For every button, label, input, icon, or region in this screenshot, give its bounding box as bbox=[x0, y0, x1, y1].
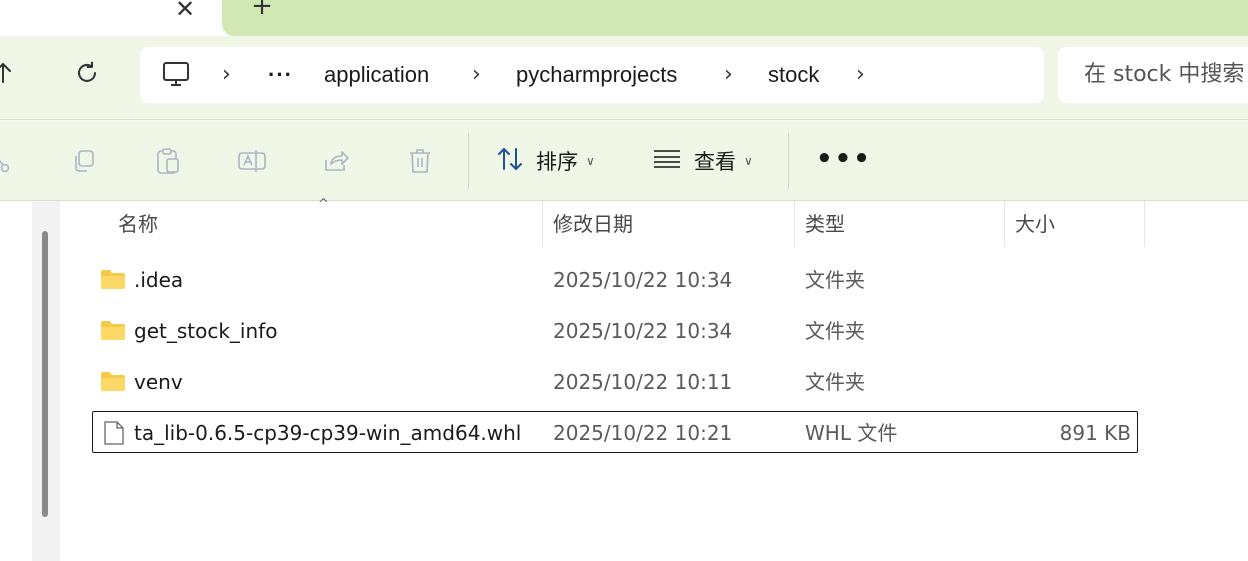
file-name: venv bbox=[134, 370, 183, 394]
new-tab-icon[interactable]: + bbox=[250, 0, 274, 19]
file-row[interactable]: venv 2025/10/22 10:11 文件夹 bbox=[92, 361, 1138, 403]
file-name: .idea bbox=[134, 268, 184, 292]
file-type: 文件夹 bbox=[805, 268, 865, 292]
view-button[interactable]: 查看 ∨ bbox=[652, 143, 753, 179]
file-modified: 2025/10/22 10:11 bbox=[553, 370, 733, 394]
tab-current[interactable]: ✕ bbox=[0, 0, 222, 38]
sort-button[interactable]: 排序 ∨ bbox=[496, 143, 595, 179]
breadcrumb-more-button[interactable]: ··· bbox=[268, 47, 293, 103]
close-tab-icon[interactable]: ✕ bbox=[172, 0, 198, 22]
address-bar[interactable]: › ··· application › pycharmprojects › st… bbox=[140, 47, 1044, 103]
sort-label: 排序 bbox=[536, 150, 578, 174]
file-list: ^ 名称 修改日期 类型 大小 .idea 2025/10/22 10:34 文… bbox=[64, 197, 1248, 561]
tab-strip bbox=[222, 0, 1248, 36]
breadcrumb-application[interactable]: application bbox=[324, 47, 429, 103]
column-header-name[interactable]: 名称 bbox=[118, 209, 158, 249]
up-arrow-icon[interactable] bbox=[0, 58, 18, 88]
breadcrumb-pycharmprojects[interactable]: pycharmprojects bbox=[516, 47, 677, 103]
toolbar-divider bbox=[468, 133, 469, 189]
command-bar: 排序 ∨ 查看 ∨ ••• bbox=[0, 121, 1248, 201]
column-divider[interactable] bbox=[1004, 201, 1005, 247]
cut-icon[interactable] bbox=[0, 145, 18, 177]
column-header-modified[interactable]: 修改日期 bbox=[553, 209, 633, 249]
sort-direction-icon: ^ bbox=[318, 197, 329, 212]
rename-icon[interactable] bbox=[236, 145, 268, 177]
file-modified: 2025/10/22 10:34 bbox=[553, 319, 733, 343]
folder-icon bbox=[100, 370, 126, 392]
file-row[interactable]: get_stock_info 2025/10/22 10:34 文件夹 bbox=[92, 310, 1138, 352]
column-divider[interactable] bbox=[1144, 201, 1145, 247]
file-row[interactable]: .idea 2025/10/22 10:34 文件夹 bbox=[92, 259, 1138, 301]
file-modified: 2025/10/22 10:21 bbox=[553, 421, 733, 445]
computer-icon[interactable] bbox=[162, 61, 190, 91]
view-list-icon bbox=[652, 148, 682, 175]
view-label: 查看 bbox=[694, 150, 736, 174]
search-input[interactable]: 在 stock 中搜索 bbox=[1084, 47, 1244, 103]
breadcrumb-chevron-icon[interactable]: › bbox=[222, 47, 231, 103]
scrollbar-thumb[interactable] bbox=[42, 231, 48, 517]
file-name: ta_lib-0.6.5-cp39-cp39-win_amd64.whl bbox=[134, 421, 522, 445]
navigation-bar: › ··· application › pycharmprojects › st… bbox=[0, 36, 1248, 120]
file-name: get_stock_info bbox=[134, 319, 278, 343]
breadcrumb-chevron-icon[interactable]: › bbox=[724, 47, 733, 103]
column-header-size[interactable]: 大小 bbox=[1015, 209, 1055, 249]
file-type: 文件夹 bbox=[805, 370, 865, 394]
file-row-selected[interactable]: ta_lib-0.6.5-cp39-cp39-win_amd64.whl 202… bbox=[92, 411, 1138, 453]
more-options-button[interactable]: ••• bbox=[816, 146, 872, 172]
toolbar-divider bbox=[788, 133, 789, 189]
folder-icon bbox=[100, 268, 126, 290]
delete-icon[interactable] bbox=[404, 145, 436, 177]
column-divider[interactable] bbox=[542, 201, 543, 247]
paste-icon[interactable] bbox=[152, 145, 184, 177]
share-icon[interactable] bbox=[320, 145, 352, 177]
file-type: WHL 文件 bbox=[805, 421, 898, 445]
breadcrumb-chevron-icon[interactable]: › bbox=[856, 47, 865, 103]
column-header-type[interactable]: 类型 bbox=[805, 209, 845, 249]
chevron-down-icon: ∨ bbox=[586, 154, 595, 168]
breadcrumb-stock[interactable]: stock bbox=[768, 47, 819, 103]
file-size: 891 KB bbox=[1059, 421, 1131, 445]
navigation-pane-scrollbar[interactable] bbox=[32, 201, 60, 561]
title-bar: ✕ + bbox=[0, 0, 1248, 38]
folder-icon bbox=[100, 319, 126, 341]
sort-icon bbox=[496, 146, 524, 177]
file-icon bbox=[103, 420, 129, 445]
refresh-icon[interactable] bbox=[72, 58, 102, 88]
column-divider[interactable] bbox=[794, 201, 795, 247]
file-modified: 2025/10/22 10:34 bbox=[553, 268, 733, 292]
search-box[interactable]: 在 stock 中搜索 bbox=[1058, 47, 1248, 103]
copy-icon[interactable] bbox=[68, 145, 100, 177]
breadcrumb-chevron-icon[interactable]: › bbox=[472, 47, 481, 103]
file-type: 文件夹 bbox=[805, 319, 865, 343]
chevron-down-icon: ∨ bbox=[744, 154, 753, 168]
